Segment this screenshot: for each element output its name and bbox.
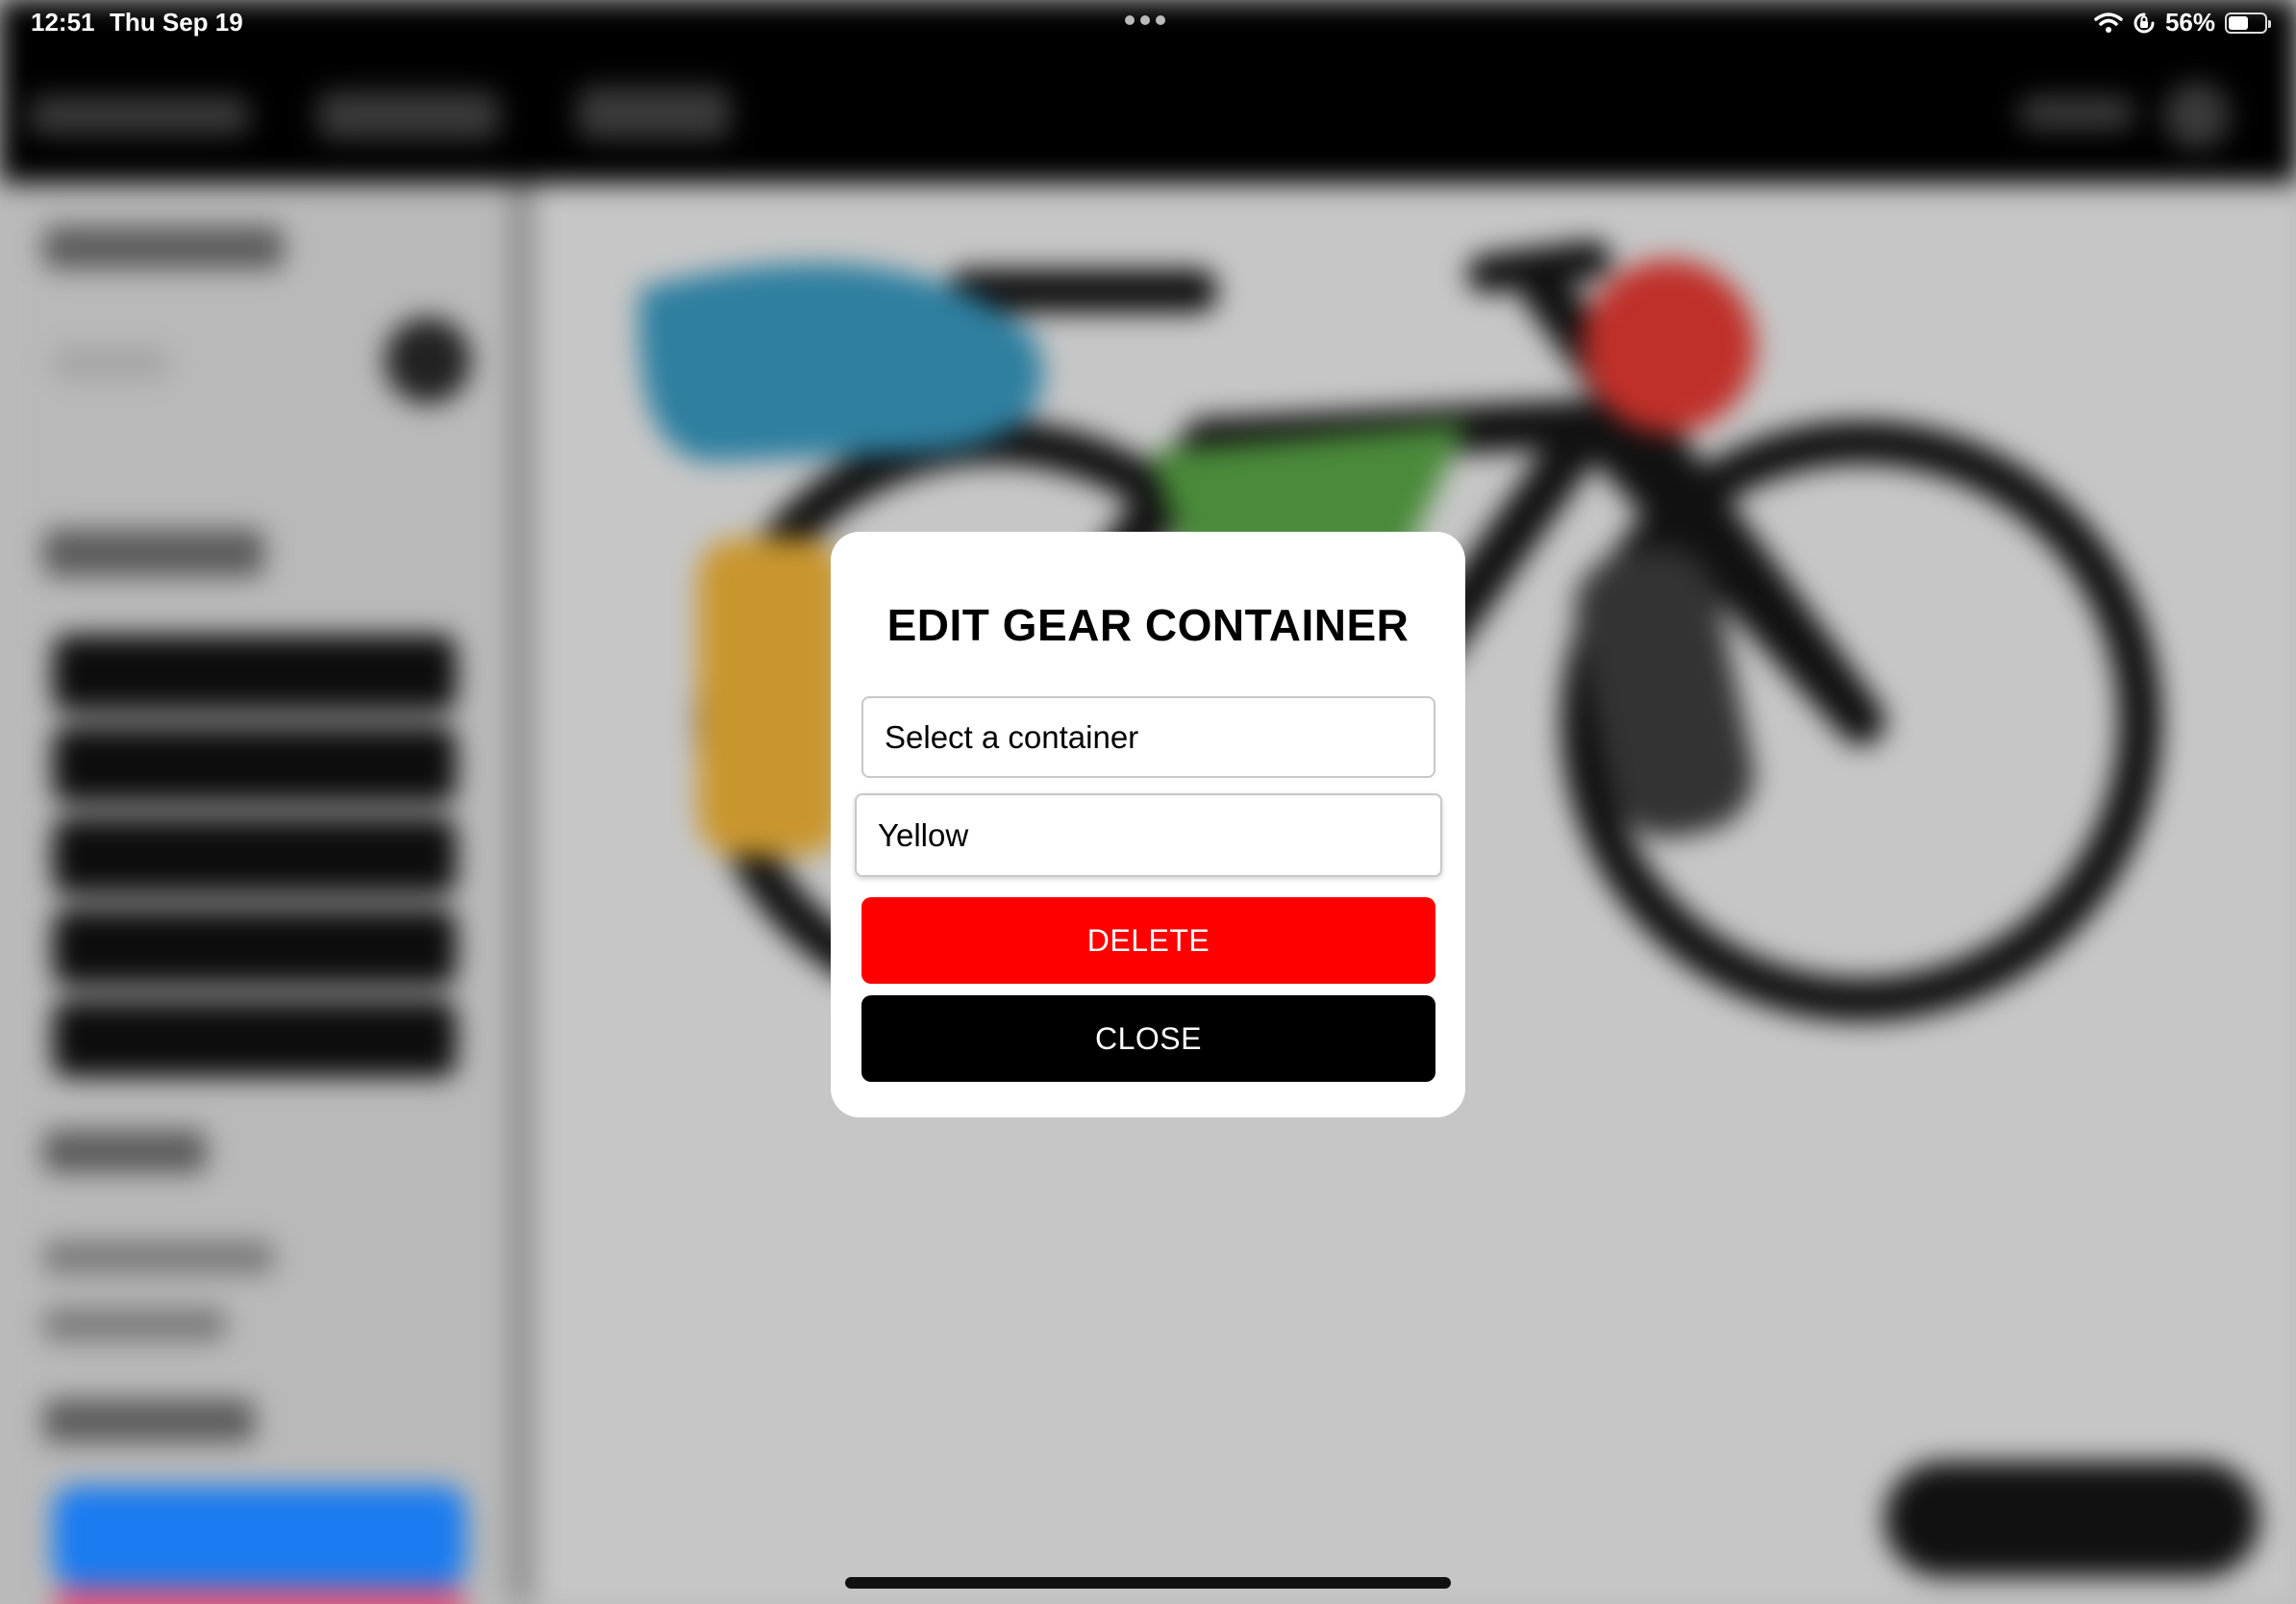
battery-level-fill (2229, 15, 2249, 30)
red-handlebar-bag (1583, 260, 1756, 433)
delete-button[interactable]: DELETE (861, 897, 1435, 984)
status-time: 12:51 (31, 8, 95, 37)
background-blue-button (53, 1486, 466, 1587)
edit-gear-container-modal: EDIT GEAR CONTAINER Select a container Y… (831, 532, 1465, 1117)
battery-icon (2225, 12, 2271, 34)
yellow-pannier (698, 539, 842, 856)
orientation-lock-icon (2134, 13, 2155, 33)
container-select-value: Select a container (885, 718, 1139, 755)
container-name-value: Yellow (878, 816, 969, 853)
background-divider (510, 183, 535, 1604)
multitasking-dots-icon[interactable] (1125, 15, 1165, 25)
battery-percent: 56% (2164, 8, 2215, 37)
background-pink-button (53, 1587, 466, 1604)
home-indicator[interactable] (845, 1577, 1451, 1589)
delete-button-label: DELETE (1086, 922, 1210, 958)
close-button-label: CLOSE (1095, 1020, 1202, 1056)
modal-title: EDIT GEAR CONTAINER (886, 600, 1410, 650)
status-bar: 12:51 Thu Sep 19 56% (0, 0, 2296, 46)
status-indicators: 56% (2094, 8, 2271, 38)
background-sidebar (0, 183, 519, 1604)
wifi-icon (2094, 12, 2123, 33)
close-button[interactable]: CLOSE (861, 995, 1435, 1082)
container-select[interactable]: Select a container (861, 696, 1435, 778)
container-name-input[interactable]: Yellow (855, 793, 1442, 877)
screen: 12:51 Thu Sep 19 56% EDIT GEAR CONTAINER (0, 0, 2296, 1604)
status-date: Thu Sep 19 (110, 8, 243, 37)
background-floating-control (1884, 1462, 2259, 1577)
